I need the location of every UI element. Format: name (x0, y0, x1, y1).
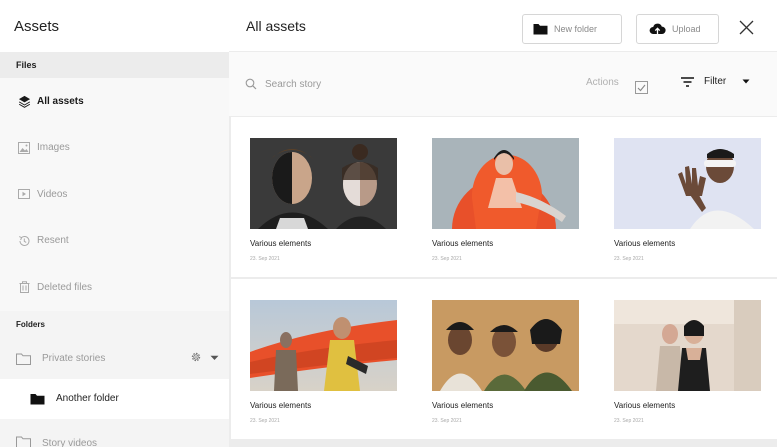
asset-thumbnail (432, 138, 579, 229)
asset-card[interactable]: Various elements 23. Sep 2021 (413, 117, 595, 277)
asset-date: 23. Sep 2021 (250, 256, 280, 262)
folder-item-another-folder[interactable]: Another folder (0, 378, 229, 419)
asset-date: 23. Sep 2021 (614, 256, 644, 262)
folder-outline-icon (16, 435, 32, 447)
asset-date: 23. Sep 2021 (614, 418, 644, 424)
folder-item-story-videos[interactable]: Story videos (0, 418, 229, 447)
top-bar: All assets New folder Upload (229, 0, 777, 52)
upload-button[interactable]: Upload (636, 14, 719, 44)
asset-name: Various elements (250, 401, 312, 410)
trash-icon (17, 280, 31, 294)
sidebar-file-list: All assets Images Videos Resent Deleted … (0, 78, 229, 311)
filter-dropdown[interactable]: Filter (681, 76, 750, 87)
sidebar-item-label: Deleted files (37, 281, 93, 293)
asset-card[interactable]: Various elements 23. Sep 2021 (595, 117, 777, 277)
folder-filled-icon (533, 23, 548, 35)
asset-thumbnail (250, 300, 397, 391)
gear-icon[interactable] (190, 351, 202, 366)
chevron-down-icon (742, 79, 750, 84)
sidebar: Assets Files All assets Images Videos Re… (0, 0, 229, 447)
search-icon (245, 78, 257, 90)
asset-grid: Various elements 23. Sep 2021 Various el… (229, 116, 777, 447)
actions-label: Actions (586, 77, 619, 88)
main-panel: All assets New folder Upload Actions (229, 0, 777, 447)
folder-label: Private stories (42, 353, 106, 364)
asset-thumbnail (432, 300, 579, 391)
asset-date: 23. Sep 2021 (432, 256, 462, 262)
cloud-upload-icon (649, 22, 666, 36)
folder-outline-icon (16, 352, 32, 366)
sidebar-item-images[interactable]: Images (0, 125, 229, 172)
asset-card[interactable]: Various elements 23. Sep 2021 (231, 279, 413, 439)
sidebar-title: Assets (0, 0, 229, 52)
asset-card[interactable]: Various elements 23. Sep 2021 (413, 279, 595, 439)
new-folder-label: New folder (554, 24, 598, 34)
asset-date: 23. Sep 2021 (250, 418, 280, 424)
asset-date: 23. Sep 2021 (432, 418, 462, 424)
search-bar: Actions Filter (229, 52, 777, 116)
layers-icon (17, 94, 31, 108)
new-folder-button[interactable]: New folder (522, 14, 622, 44)
folder-item-private-stories[interactable]: Private stories (0, 338, 229, 379)
upload-label: Upload (672, 24, 701, 34)
search-input[interactable] (265, 78, 465, 90)
sidebar-item-deleted-files[interactable]: Deleted files (0, 264, 229, 311)
sidebar-item-videos[interactable]: Videos (0, 171, 229, 218)
sidebar-item-label: Videos (37, 188, 68, 200)
asset-card[interactable]: Various elements 23. Sep 2021 (595, 279, 777, 439)
folder-label: Story videos (42, 437, 98, 447)
asset-name: Various elements (614, 239, 676, 248)
video-icon (17, 187, 31, 201)
folder-actions (190, 351, 219, 366)
files-section-title: Files (0, 52, 229, 78)
sidebar-item-resent[interactable]: Resent (0, 218, 229, 265)
asset-thumbnail (614, 138, 761, 229)
select-all-checkbox[interactable] (635, 81, 648, 94)
filter-label: Filter (704, 76, 727, 87)
page-title: All assets (246, 17, 306, 34)
chevron-down-icon[interactable] (210, 353, 219, 364)
folder-label: Another folder (56, 393, 119, 404)
folder-filled-icon (30, 392, 46, 405)
asset-name: Various elements (432, 239, 494, 248)
asset-thumbnail (614, 300, 761, 391)
asset-thumbnail (250, 138, 397, 229)
close-icon[interactable] (737, 18, 755, 36)
sidebar-item-all-assets[interactable]: All assets (0, 78, 229, 125)
sidebar-item-label: Images (37, 142, 70, 154)
history-icon (17, 234, 31, 248)
asset-name: Various elements (432, 401, 494, 410)
sidebar-item-label: All assets (37, 95, 84, 107)
asset-card[interactable]: Various elements 23. Sep 2021 (231, 117, 413, 277)
sidebar-item-label: Resent (37, 235, 69, 247)
image-icon (17, 141, 31, 155)
folders-section-title: Folders (0, 310, 229, 339)
filter-icon (681, 76, 694, 87)
asset-name: Various elements (250, 239, 312, 248)
asset-name: Various elements (614, 401, 676, 410)
